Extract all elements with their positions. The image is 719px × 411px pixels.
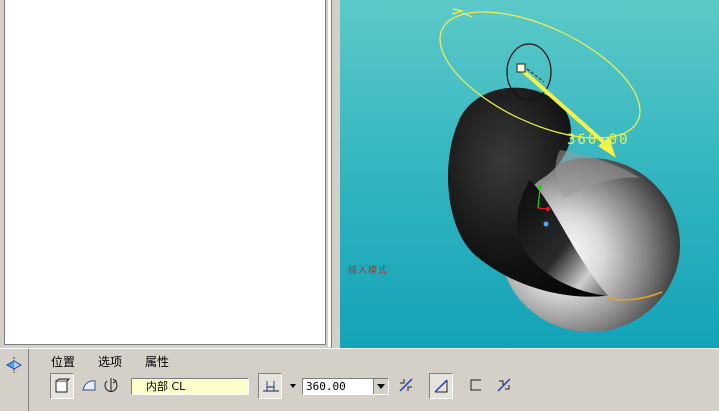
dashboard-feature-area xyxy=(0,349,29,411)
angle-input[interactable]: 360.00 xyxy=(302,378,389,395)
tab-properties[interactable]: 属性 xyxy=(145,353,169,370)
angle-dimension-label[interactable]: 360.00 xyxy=(567,132,630,148)
angle-option-dropdown-icon[interactable] xyxy=(290,384,296,388)
revolve-feature-icon xyxy=(5,357,23,373)
flip-direction-button[interactable] xyxy=(100,373,124,399)
axis-reference-field[interactable]: 内部 CL xyxy=(131,378,249,395)
surface-icon xyxy=(82,380,96,391)
solid-button[interactable] xyxy=(50,373,74,399)
panel-splitter[interactable] xyxy=(331,0,339,350)
revolve-axis-icon xyxy=(104,378,118,392)
viewport-scene xyxy=(439,8,680,332)
model-tree[interactable] xyxy=(4,0,326,345)
remove-material-button[interactable] xyxy=(429,373,453,399)
left-panel xyxy=(0,0,339,350)
flip-icon xyxy=(399,378,413,392)
angle-option-button[interactable] xyxy=(258,373,282,399)
remove-material-icon xyxy=(434,379,448,393)
tab-placement[interactable]: 位置 xyxy=(51,353,75,370)
angle-option-icon xyxy=(263,381,279,392)
tab-options[interactable]: 选项 xyxy=(98,353,122,370)
thicken-button[interactable] xyxy=(465,373,489,399)
graphics-viewport[interactable] xyxy=(340,0,719,348)
thicken-icon xyxy=(470,379,481,391)
thicken-flip-button[interactable] xyxy=(493,373,517,399)
angle-value: 360.00 xyxy=(306,380,346,393)
surface-button[interactable] xyxy=(78,373,102,399)
revolve-dashboard: 位置 选项 属性 内部 CL 360.00 xyxy=(0,348,719,411)
chevron-down-icon[interactable] xyxy=(373,379,388,394)
solid-icon xyxy=(55,378,70,393)
flip-angle-button[interactable] xyxy=(395,373,419,399)
thicken-flip-icon xyxy=(497,378,511,392)
insert-mode-text: 插入模式 xyxy=(348,266,389,276)
